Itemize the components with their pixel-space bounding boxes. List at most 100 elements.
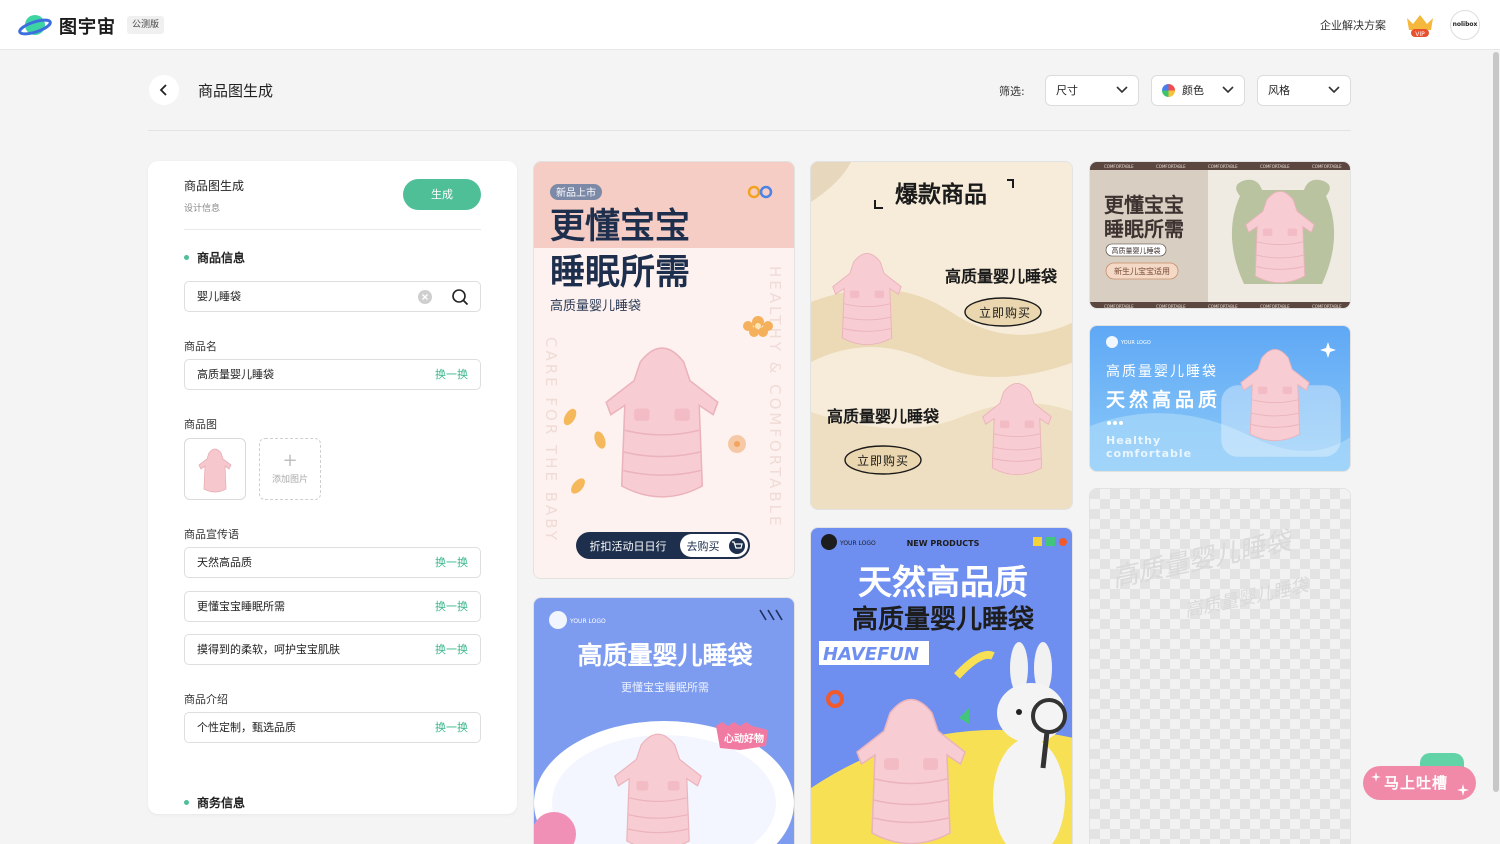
slogan-value: 天然高品质 — [197, 556, 252, 569]
sparkle-icon — [1457, 784, 1469, 796]
strip-text: COMFORTABLE — [1312, 164, 1342, 169]
poster-card[interactable]: YOUR LOGO 高质量婴儿睡袋 更懂宝宝睡眠所需 心动好物 — [533, 597, 795, 844]
strip-text: COMFORTABLE — [1104, 164, 1134, 169]
slogan-label: 商品宣传语 — [184, 528, 239, 541]
poster-title: 爆款商品 — [895, 181, 987, 208]
add-image-label: 添加图片 — [271, 475, 308, 485]
search-icon[interactable] — [451, 288, 469, 306]
vertical-slogan: CARE FOR THE BABY — [542, 337, 560, 543]
slogan-field[interactable]: 摸得到的柔软，呵护宝宝肌肤 换一换 — [184, 634, 481, 665]
slogan-value: 更懂宝宝睡眠所需 — [197, 600, 285, 613]
poster-line2: 天然高品质 — [1106, 388, 1221, 411]
header-divider — [148, 130, 1351, 131]
poster-title-line1: 天然高品质 — [858, 563, 1028, 603]
product-name: 高质量婴儿睡袋 — [827, 407, 940, 426]
poster-card[interactable]: 新品上市 更懂宝宝 睡眠所需 高质量婴儿睡袋 HEALTHY & COMFORT… — [533, 161, 795, 579]
swap-button[interactable]: 换一换 — [435, 713, 468, 742]
product-name-value: 高质量婴儿睡袋 — [197, 368, 274, 381]
strip-text: COMFORTABLE — [1260, 164, 1290, 169]
product-image-label: 商品图 — [184, 418, 217, 431]
chevron-down-icon — [1328, 86, 1340, 94]
app-name[interactable]: 图宇宙 — [59, 13, 116, 39]
english-tagline: Healthy — [1106, 434, 1161, 447]
size-filter-dropdown[interactable]: 尺寸 — [1045, 75, 1139, 106]
poster-title-line1: 更懂宝宝 — [550, 207, 690, 247]
logo-text: YOUR LOGO — [1120, 340, 1151, 346]
poster-card[interactable]: COMFORTABLE COMFORTABLE COMFORTABLE COMF… — [1089, 161, 1351, 309]
page-title: 商品图生成 — [198, 82, 274, 100]
avatar[interactable]: nolibox — [1450, 10, 1480, 40]
swap-button[interactable]: 换一换 — [435, 360, 468, 389]
sparkle-icon — [1371, 772, 1381, 782]
chevron-left-icon — [159, 84, 167, 96]
audience-pill: 新生儿宝宝适用 — [1114, 266, 1170, 276]
generate-button[interactable]: 生成 — [403, 179, 481, 210]
style-filter-dropdown[interactable]: 风格 — [1257, 75, 1351, 106]
poster-card[interactable]: YOUR LOGO 高质量婴儿睡袋 天然高品质 Healthy comforta… — [1089, 325, 1351, 472]
slogan-field[interactable]: 天然高品质 换一换 — [184, 547, 481, 578]
product-tag: 高质量婴儿睡袋 — [1112, 246, 1161, 255]
highlight-bubble: 心动好物 — [724, 732, 764, 745]
intro-label: 商品介绍 — [184, 693, 228, 706]
slogan-value: 摸得到的柔软，呵护宝宝肌肤 — [197, 643, 340, 656]
strip-text: COMFORTABLE — [1156, 304, 1186, 309]
poster-subtitle: 更懂宝宝睡眠所需 — [621, 680, 709, 694]
panel-subtitle: 设计信息 — [184, 204, 221, 214]
color-wheel-icon — [1162, 84, 1175, 97]
poster-subtitle: 高质量婴儿睡袋 — [550, 298, 641, 314]
vip-crown-icon[interactable]: VIP — [1404, 12, 1436, 38]
promo-label: 折扣活动日日行 — [590, 539, 667, 553]
product-name: 高质量婴儿睡袋 — [945, 267, 1058, 286]
enterprise-solutions-link[interactable]: 企业解决方案 — [1320, 17, 1386, 33]
logo-text: YOUR LOGO — [569, 618, 606, 625]
search-value: 婴儿睡袋 — [197, 290, 241, 303]
plus-icon: + — [282, 450, 298, 471]
cart-icon — [729, 538, 745, 554]
panel-title: 商品图生成 — [184, 179, 245, 193]
feedback-label: 马上吐槽 — [1384, 774, 1449, 792]
strip-text: COMFORTABLE — [1312, 304, 1342, 309]
product-name-field[interactable]: 高质量婴儿睡袋 换一换 — [184, 359, 481, 390]
section-product-info: 商品信息 — [184, 249, 245, 266]
sleeping-bag-image — [198, 448, 232, 493]
flower-icon — [728, 435, 746, 453]
vip-label: VIP — [1415, 31, 1425, 38]
poster-card[interactable]: 爆款商品 高质量婴儿睡袋 立即购买 高质量婴儿睡袋 立即购买 — [810, 161, 1073, 510]
top-bar: 图宇宙 公测版 企业解决方案 VIP nolibox — [0, 0, 1500, 50]
swap-button[interactable]: 换一换 — [435, 592, 468, 621]
intro-value: 个性定制，甄选品质 — [197, 721, 296, 734]
vertical-slogan: HEALTHY & COMFORTABLE — [766, 266, 784, 529]
style-filter-label: 风格 — [1268, 84, 1290, 97]
poster-card[interactable]: YOUR LOGO NEW PRODUCTS 天然高品质 高质量婴儿睡袋 HAV… — [810, 527, 1073, 844]
poster-card-loading[interactable]: 高质量婴儿睡袋 高质量婴儿睡袋 — [1089, 488, 1351, 844]
new-products-tag: NEW PRODUCTS — [907, 539, 980, 548]
page-scrollbar[interactable] — [1493, 52, 1499, 792]
add-image-button[interactable]: + 添加图片 — [259, 438, 321, 500]
logo-text: YOUR LOGO — [839, 540, 876, 547]
chevron-down-icon — [1116, 86, 1128, 94]
poster-title-line1: 更懂宝宝 — [1104, 193, 1184, 217]
back-button[interactable] — [149, 75, 179, 105]
filter-label: 筛选: — [999, 85, 1025, 98]
panel-divider — [184, 229, 481, 230]
feedback-button[interactable]: 马上吐槽 — [1363, 766, 1476, 800]
poster-line1: 高质量婴儿睡袋 — [1106, 363, 1218, 380]
poster-title-line2: 高质量婴儿睡袋 — [852, 604, 1035, 635]
size-filter-label: 尺寸 — [1056, 84, 1078, 97]
planet-logo-icon[interactable] — [18, 11, 52, 39]
poster-title-line2: 睡眠所需 — [1104, 217, 1184, 241]
slogan-field[interactable]: 更懂宝宝睡眠所需 换一换 — [184, 591, 481, 622]
section-business-info: 商务信息 — [184, 794, 245, 811]
product-search-input[interactable]: 婴儿睡袋 — [184, 281, 481, 312]
strip-text: COMFORTABLE — [1156, 164, 1186, 169]
product-image-thumbnail[interactable] — [184, 438, 246, 500]
swap-button[interactable]: 换一换 — [435, 548, 468, 577]
poster-title: 高质量婴儿睡袋 — [577, 641, 753, 670]
swap-button[interactable]: 换一换 — [435, 635, 468, 664]
strip-text: COMFORTABLE — [1208, 164, 1238, 169]
color-filter-dropdown[interactable]: 颜色 — [1151, 75, 1245, 106]
intro-field[interactable]: 个性定制，甄选品质 换一换 — [184, 712, 481, 743]
buy-now-label: 立即购买 — [979, 305, 1031, 320]
strip-text: COMFORTABLE — [1104, 304, 1134, 309]
clear-icon[interactable] — [418, 290, 432, 304]
